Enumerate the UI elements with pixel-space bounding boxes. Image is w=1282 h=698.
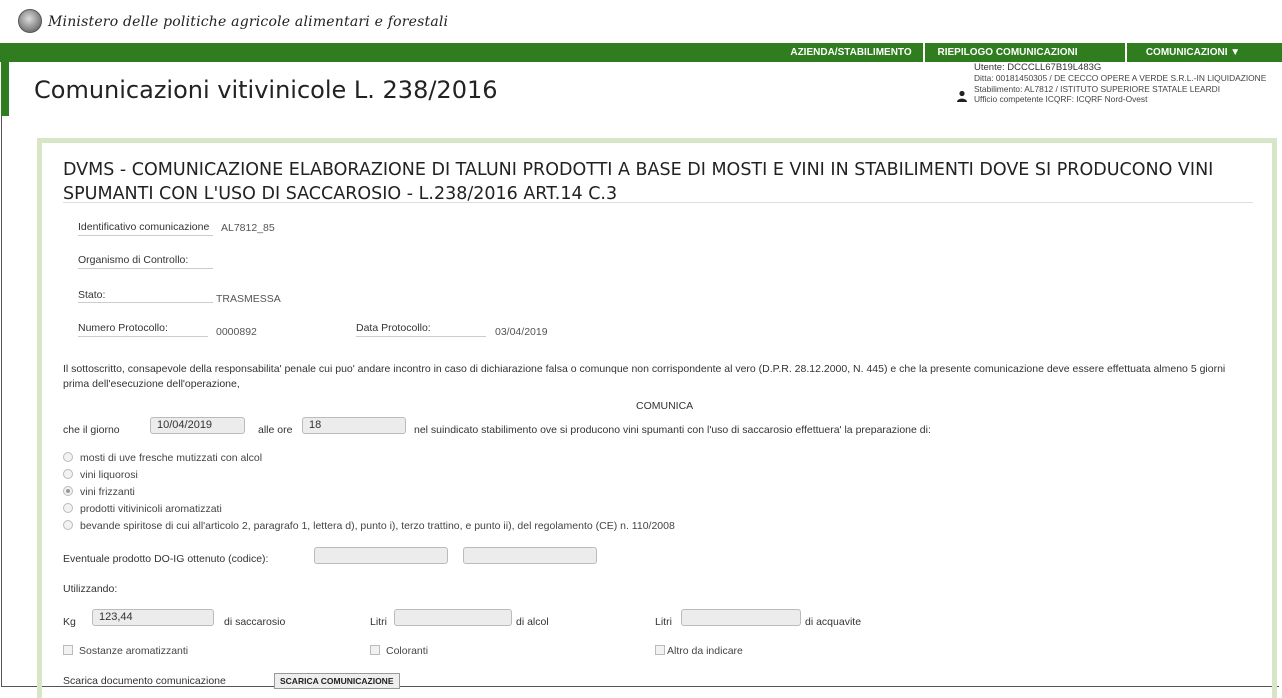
underline [356, 336, 486, 337]
protocollo-label: Numero Protocollo: [78, 322, 168, 334]
user-info: Utente: DCCCLL67B19L483G Ditta: 00181450… [960, 62, 1267, 104]
litri-acquavite-label: Litri [655, 616, 672, 628]
radio-button[interactable] [63, 452, 73, 462]
checkbox-sostanze-aromatizzanti[interactable]: Sostanze aromatizzanti [63, 645, 188, 657]
litri-acquavite-field[interactable] [681, 609, 801, 626]
user-ditta: Ditta: 00181450305 / DE CECCO OPERE A VE… [974, 73, 1267, 84]
utilizzando-label: Utilizzando: [63, 583, 118, 595]
option-vini-liquorosi[interactable]: vini liquorosi [63, 469, 138, 481]
option-label: bevande spiritose di cui all'articolo 2,… [80, 520, 675, 532]
checkbox[interactable] [370, 645, 380, 655]
user-stabilimento: Stabilimento: AL7812 / ISTITUTO SUPERIOR… [974, 83, 1221, 94]
radio-button[interactable] [63, 503, 73, 513]
data-protocollo-value: 03/04/2019 [495, 326, 548, 338]
ministry-name: Ministero delle politiche agricole alime… [48, 14, 449, 30]
nav-separator [1125, 43, 1127, 62]
checkbox-label: Altro da indicare [667, 645, 743, 657]
nav-azienda-stabilimento[interactable]: AZIENDA/STABILIMENTO [787, 43, 915, 62]
option-vini-frizzanti[interactable]: vini frizzanti [63, 486, 135, 498]
option-label: mosti di uve fresche mutizzati con alcol [80, 452, 263, 464]
app-title: Comunicazioni vitivinicole L. 238/2016 [34, 76, 498, 104]
giorno-label: che il giorno [63, 424, 120, 436]
user-ufficio: Ufficio competente ICQRF: ICQRF Nord-Ove… [974, 93, 1148, 104]
nav-separator [923, 43, 925, 62]
nav-riepilogo-comunicazioni[interactable]: RIEPILOGO COMUNICAZIONI [929, 43, 1086, 62]
option-mosti[interactable]: mosti di uve fresche mutizzati con alcol [63, 452, 262, 464]
document-title: DVMS - COMUNICAZIONE ELABORAZIONE DI TAL… [63, 160, 1214, 204]
radio-button[interactable] [63, 520, 73, 530]
ore-label: alle ore [258, 424, 293, 436]
radio-button-selected[interactable] [63, 486, 73, 496]
alcol-label: di alcol [516, 616, 549, 628]
organismo-label: Organismo di Controllo: [78, 254, 189, 266]
giorno-field[interactable]: 10/04/2019 [150, 417, 245, 434]
protocollo-value: 0000892 [216, 326, 257, 338]
kg-label: Kg [63, 616, 76, 628]
checkbox[interactable] [63, 645, 73, 655]
scarica-label: Scarica documento comunicazione [63, 675, 226, 687]
ore-field[interactable]: 18 [302, 417, 406, 434]
checkbox-altro[interactable]: Altro da indicare [655, 645, 743, 657]
stato-value: TRASMESSA [216, 293, 281, 305]
republic-emblem-icon [18, 9, 42, 33]
litri-alcol-label: Litri [370, 616, 387, 628]
title-divider [63, 202, 1253, 203]
user-code: Utente: DCCCLL67B19L483G [974, 62, 1102, 73]
declaration-text: Il sottoscritto, consapevole della respo… [63, 363, 1226, 390]
main-nav: AZIENDA/STABILIMENTO RIEPILOGO COMUNICAZ… [0, 43, 1282, 62]
litri-alcol-field[interactable] [394, 609, 512, 626]
data-protocollo-label: Data Protocollo: [356, 322, 431, 334]
suindicato-text: nel suindicato stabilimento ove si produ… [414, 424, 931, 436]
nav-comunicazioni-dropdown[interactable]: COMUNICAZIONI ▼ [1128, 43, 1258, 62]
option-label: vini liquorosi [80, 469, 138, 481]
option-label: vini frizzanti [80, 486, 135, 498]
checkbox-coloranti[interactable]: Coloranti [370, 645, 428, 657]
doig-code-field[interactable] [314, 547, 448, 564]
kg-saccarosio-field[interactable]: 123,44 [92, 609, 214, 626]
acquavite-label: di acquavite [805, 616, 862, 628]
id-value: AL7812_85 [221, 222, 275, 234]
option-label: prodotti vitivinicoli aromatizzati [80, 503, 222, 515]
id-label: Identificativo comunicazione [78, 221, 210, 233]
stato-label: Stato: [78, 289, 106, 301]
doig-description-field[interactable] [463, 547, 597, 564]
option-prodotti-aromatizzati[interactable]: prodotti vitivinicoli aromatizzati [63, 503, 222, 515]
option-bevande-spiritose[interactable]: bevande spiritose di cui all'articolo 2,… [63, 520, 675, 532]
top-header: Ministero delle politiche agricole alime… [0, 0, 1282, 43]
underline [78, 268, 213, 269]
underline [78, 336, 208, 337]
checkbox-label: Coloranti [386, 645, 429, 657]
left-accent-strip [1, 62, 9, 116]
checkbox-label: Sostanze aromatizzanti [79, 645, 189, 657]
saccarosio-label: di saccarosio [224, 616, 286, 628]
doig-label: Eventuale prodotto DO-IG ottenuto (codic… [63, 553, 269, 565]
checkbox[interactable] [655, 645, 665, 655]
scarica-comunicazione-button[interactable]: SCARICA COMUNICAZIONE [274, 673, 400, 689]
radio-button[interactable] [63, 469, 73, 479]
underline [78, 235, 213, 236]
underline [78, 302, 213, 303]
comunica-heading: COMUNICA [636, 400, 694, 412]
